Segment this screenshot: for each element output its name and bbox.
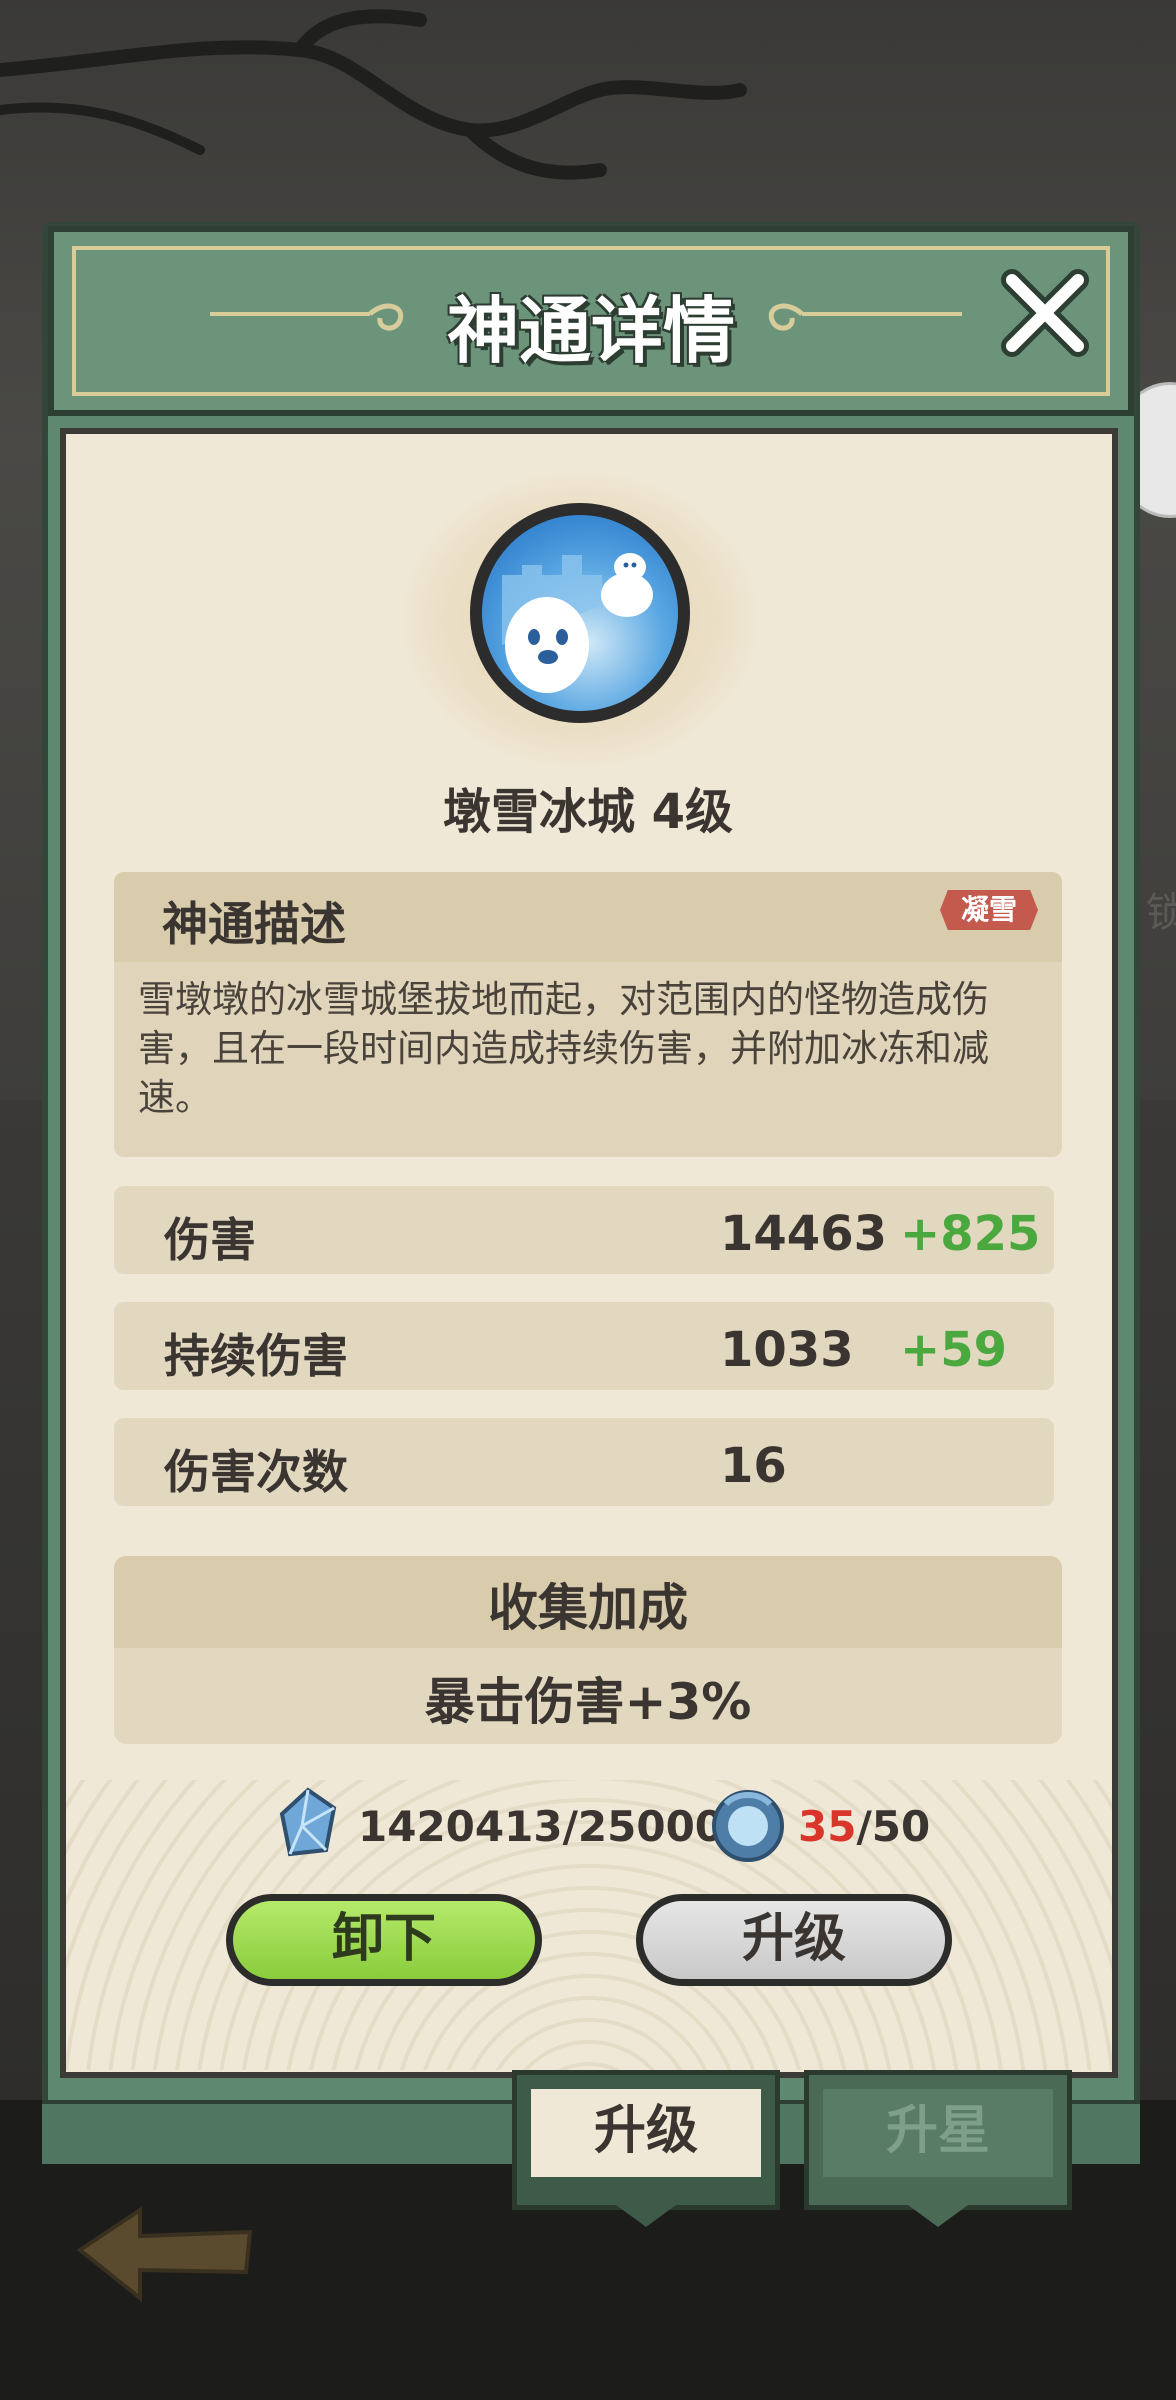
tab-star-up[interactable]: 升星: [804, 2070, 1072, 2227]
stat-value: 14463: [720, 1206, 887, 1262]
side-lock-text: 锁: [1146, 890, 1176, 936]
skill-fragment-icon: [712, 1790, 784, 1862]
stat-row-hit-count: 伤害次数 16: [114, 1418, 1054, 1506]
title-ornament-right-icon: [768, 303, 962, 331]
crystal-cost: 1420413/25000: [358, 1802, 725, 1851]
title-ornament-left-icon: [210, 303, 404, 331]
stat-label: 持续伤害: [164, 1329, 348, 1383]
close-icon[interactable]: [990, 258, 1100, 368]
fragment-current: 35: [798, 1802, 857, 1851]
tab-notch: [908, 2205, 968, 2227]
fragment-cost: 35/50: [798, 1802, 930, 1851]
tab-upgrade-label: 升级: [531, 2089, 761, 2177]
description-title: 神通描述: [162, 897, 346, 951]
stat-row-damage: 伤害 14463 +825: [114, 1186, 1054, 1274]
tab-upgrade[interactable]: 升级: [512, 2070, 780, 2227]
skill-icon: [482, 515, 678, 711]
tab-star-up-label: 升星: [823, 2089, 1053, 2177]
fragment-total: /50: [856, 1802, 931, 1851]
tab-notch: [616, 2205, 676, 2227]
unequip-button[interactable]: 卸下: [226, 1894, 542, 1986]
stat-row-dot-damage: 持续伤害 1033 +59: [114, 1302, 1054, 1390]
collection-bonus-text: 暴击伤害+3%: [424, 1673, 752, 1731]
stat-label: 伤害次数: [164, 1445, 348, 1499]
collection-bonus-title: 收集加成: [488, 1579, 688, 1637]
description-text: 雪墩墩的冰雪城堡拔地而起，对范围内的怪物造成伤害，且在一段时间内造成持续伤害，并…: [138, 978, 989, 1119]
back-arrow-icon[interactable]: [70, 2200, 260, 2310]
stat-value: 16: [720, 1438, 787, 1494]
upgrade-button[interactable]: 升级: [636, 1894, 952, 1986]
stat-bonus: +59: [900, 1322, 1008, 1378]
stat-value: 1033: [720, 1322, 854, 1378]
stat-label: 伤害: [164, 1213, 256, 1267]
stat-bonus: +825: [900, 1206, 1041, 1262]
crystal-icon: [279, 1787, 337, 1857]
tree-branch-decoration: [0, 9, 747, 180]
snow-castle-icon: [502, 553, 653, 693]
element-tag: 凝雪: [940, 890, 1038, 930]
skill-name: 墩雪冰城 4级: [442, 784, 734, 840]
